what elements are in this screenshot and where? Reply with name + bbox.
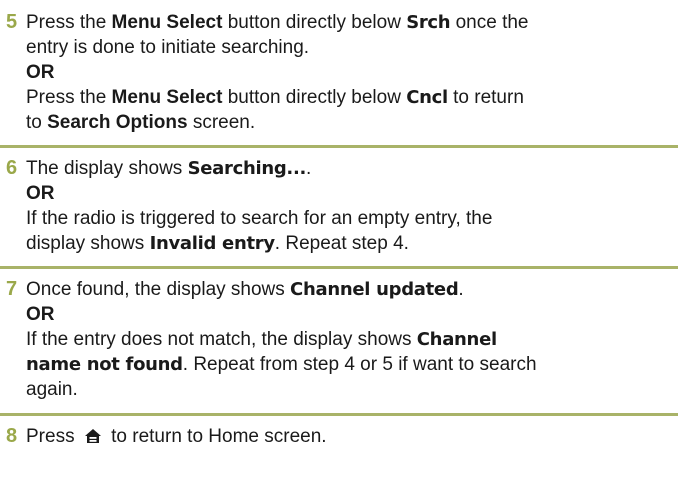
step-text: to Search Options screen. bbox=[26, 112, 256, 133]
or-label: OR bbox=[26, 183, 55, 204]
step-text: If the entry does not match, the display… bbox=[26, 329, 497, 350]
step-text: Press the Menu Select button directly be… bbox=[26, 87, 524, 108]
step-number: 7 bbox=[6, 278, 18, 300]
step-number: 6 bbox=[6, 157, 18, 179]
instruction-page: 5 Press the Menu Select button directly … bbox=[0, 0, 678, 496]
step-text: Press to return to Home screen. bbox=[26, 426, 327, 447]
step-body: Once found, the display shows Channel up… bbox=[26, 277, 676, 402]
step-text: The display shows Searching.... bbox=[26, 158, 312, 179]
step-body: Press the Menu Select button directly be… bbox=[26, 10, 676, 135]
divider bbox=[0, 145, 678, 148]
or-label: OR bbox=[26, 304, 55, 325]
step-text: Once found, the display shows Channel up… bbox=[26, 279, 464, 300]
step-text: entry is done to initiate searching. bbox=[26, 37, 310, 58]
step-number: 5 bbox=[6, 11, 18, 33]
step-body: Press to return to Home screen. bbox=[26, 424, 676, 449]
or-label: OR bbox=[26, 62, 55, 83]
step-number: 8 bbox=[6, 425, 18, 447]
step-body: The display shows Searching.... OR If th… bbox=[26, 156, 676, 256]
step-text: Press the Menu Select button directly be… bbox=[26, 12, 529, 33]
step-text: display shows Invalid entry. Repeat step… bbox=[26, 233, 409, 254]
home-icon bbox=[84, 429, 101, 443]
divider bbox=[0, 413, 678, 416]
step-text: If the radio is triggered to search for … bbox=[26, 208, 493, 229]
step-text: again. bbox=[26, 379, 78, 400]
step-text: name not found. Repeat from step 4 or 5 … bbox=[26, 354, 537, 375]
divider bbox=[0, 266, 678, 269]
